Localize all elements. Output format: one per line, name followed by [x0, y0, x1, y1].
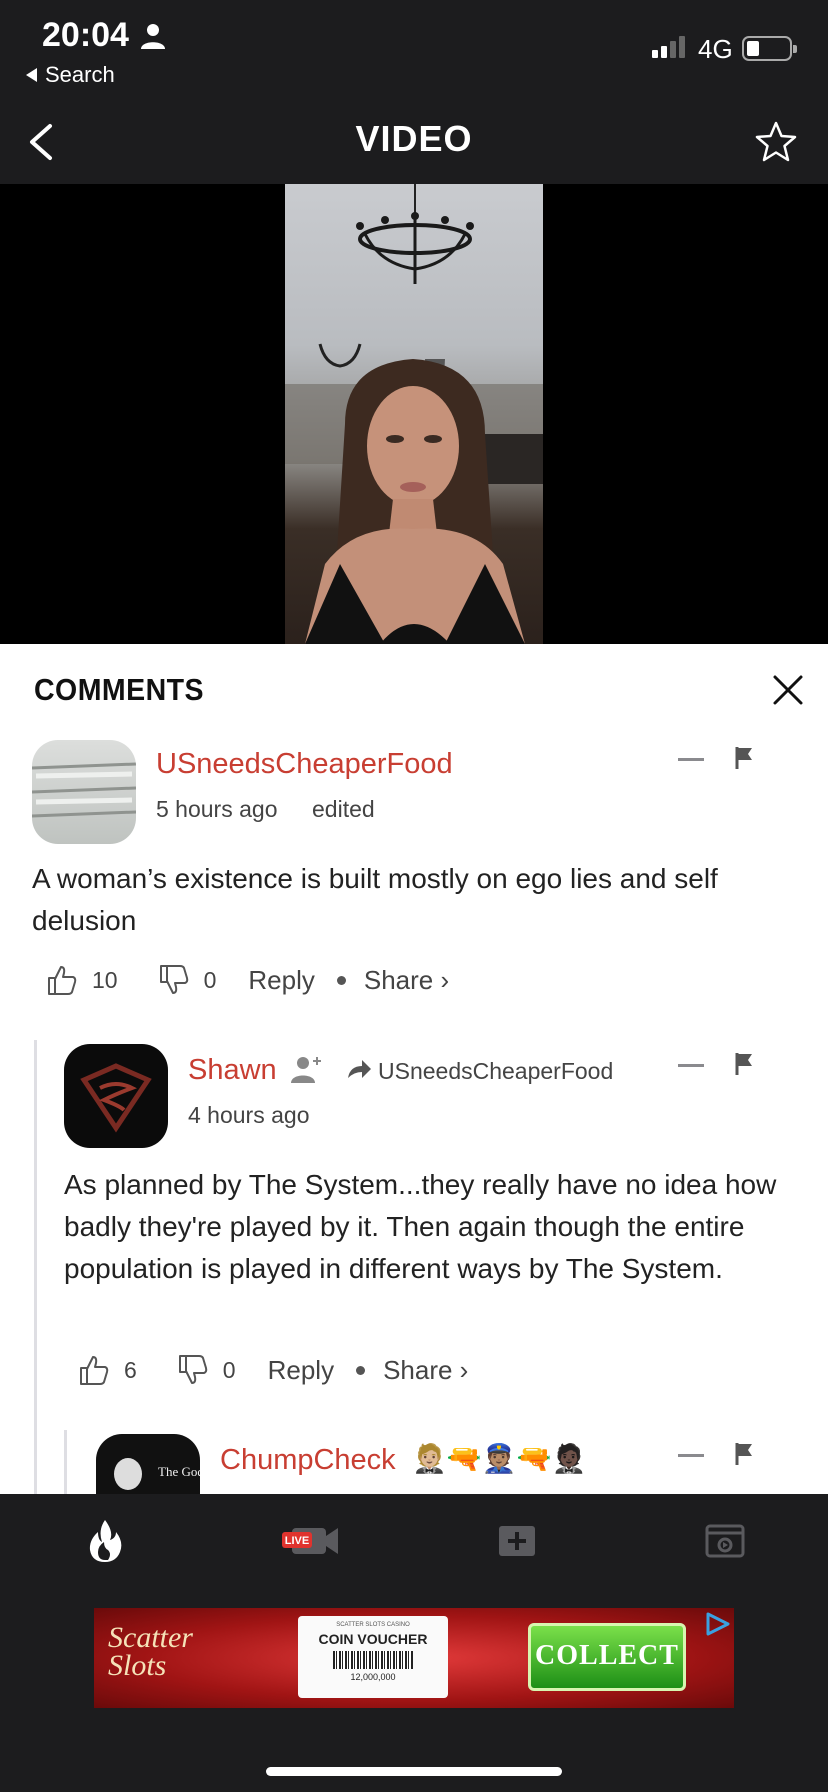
nav-header: VIDEO	[0, 100, 828, 184]
network-type: 4G	[698, 34, 733, 64]
collect-button[interactable]: COLLECT	[528, 1623, 686, 1691]
comment-username[interactable]: USneedsCheaperFood	[156, 748, 453, 781]
ad-banner[interactable]: Scatter Slots SCATTER SLOTS CASINO COIN …	[94, 1608, 734, 1708]
flag-icon[interactable]	[734, 1442, 754, 1466]
video-player[interactable]	[0, 184, 828, 644]
barcode-image	[333, 1651, 413, 1669]
avatar-text: The Godfather	[158, 1464, 200, 1479]
separator-dot	[336, 975, 346, 985]
godfather-poster-image: The Godfather	[114, 1458, 200, 1490]
signal-strength-icon	[652, 36, 685, 58]
video-frame	[285, 184, 543, 644]
username-emojis: 🤵🏼🔫👮🏽🔫🤵🏿	[412, 1443, 587, 1474]
comment-actions: 6 0 Reply Share ›	[78, 1354, 468, 1386]
page-title: VIDEO	[355, 118, 473, 159]
separator-dot	[356, 1365, 366, 1375]
thumbs-down-icon[interactable]	[158, 964, 190, 996]
comment-username[interactable]: ChumpCheck	[220, 1444, 396, 1477]
live-camera-icon[interactable]: LIVE	[282, 1516, 342, 1566]
flag-icon[interactable]	[734, 1052, 754, 1076]
follow-user-icon[interactable]	[290, 1054, 324, 1084]
thumbs-up-icon[interactable]	[46, 964, 78, 996]
reply-to-username[interactable]: USneedsCheaperFood	[378, 1058, 613, 1085]
ad-choices-icon[interactable]	[704, 1610, 732, 1638]
home-indicator[interactable]	[266, 1767, 562, 1776]
voucher-small-text: SCATTER SLOTS CASINO	[336, 1622, 410, 1628]
share-button[interactable]: Share ›	[364, 965, 449, 996]
comments-panel: COMMENTS USneedsCheaperFood 5 hours ago …	[0, 644, 828, 1494]
comments-title: COMMENTS	[34, 672, 205, 707]
edited-label: edited	[312, 796, 375, 822]
star-outline-icon[interactable]	[754, 120, 798, 164]
live-badge: LIVE	[285, 1535, 309, 1547]
superman-logo-image	[80, 1063, 152, 1133]
battery-icon	[742, 36, 797, 61]
thread-line	[34, 1040, 37, 1494]
voucher-title: COIN VOUCHER	[318, 1631, 428, 1647]
back-to-app-link[interactable]: Search	[26, 62, 115, 88]
ad-brand-logo: Scatter Slots	[108, 1621, 193, 1682]
status-time: 20:04	[42, 16, 129, 54]
collapse-minus-icon[interactable]	[678, 1064, 704, 1067]
ad-area: Scatter Slots SCATTER SLOTS CASINO COIN …	[0, 1596, 828, 1792]
dislike-count: 0	[203, 966, 217, 993]
dislike-count: 0	[222, 1356, 236, 1383]
flame-icon[interactable]	[80, 1516, 130, 1566]
comment-time: 5 hours ago	[156, 796, 278, 822]
close-icon[interactable]	[772, 674, 804, 706]
comment-time: 4 hours ago	[188, 1102, 310, 1128]
back-triangle-icon	[26, 68, 37, 82]
avatar[interactable]: The Godfather	[96, 1434, 200, 1494]
reply-button[interactable]: Reply	[268, 1355, 334, 1386]
thread-line	[64, 1430, 67, 1494]
collapse-minus-icon[interactable]	[678, 758, 704, 761]
collapse-minus-icon[interactable]	[678, 1454, 704, 1457]
comment-actions: 10 0 Reply Share ›	[46, 964, 449, 996]
add-icon[interactable]	[492, 1516, 542, 1566]
coin-voucher: SCATTER SLOTS CASINO COIN VOUCHER 12,000…	[298, 1616, 448, 1698]
comment-text: A woman’s existence is built mostly on e…	[32, 863, 718, 936]
avatar[interactable]	[32, 740, 136, 844]
like-count: 6	[124, 1356, 137, 1383]
tab-bar: LIVE	[0, 1494, 828, 1596]
share-button[interactable]: Share ›	[383, 1355, 468, 1386]
voucher-amount: 12,000,000	[350, 1672, 396, 1682]
back-app-label: Search	[45, 62, 115, 87]
status-bar: 20:04 Search 4G	[0, 0, 828, 100]
comment-text: As planned by The System...they really h…	[64, 1169, 777, 1284]
video-library-icon[interactable]	[700, 1516, 750, 1566]
video-thumbnail-image	[285, 184, 543, 644]
reply-arrow-icon	[348, 1060, 371, 1078]
like-count: 10	[92, 966, 118, 993]
empty-shelves-image	[32, 762, 136, 818]
reply-button[interactable]: Reply	[248, 965, 314, 996]
comment-username[interactable]: Shawn	[188, 1054, 277, 1087]
person-icon	[141, 24, 165, 49]
flag-icon[interactable]	[734, 746, 754, 770]
thumbs-up-icon[interactable]	[78, 1354, 110, 1386]
thumbs-down-icon[interactable]	[177, 1354, 209, 1386]
avatar[interactable]	[64, 1044, 168, 1148]
